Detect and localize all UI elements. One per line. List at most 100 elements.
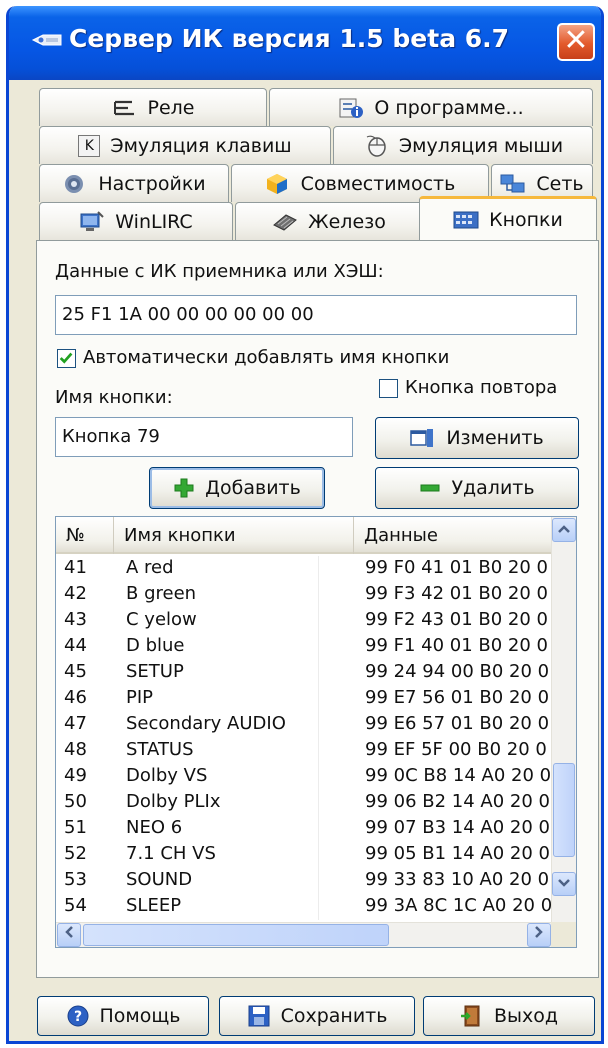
row-data: 99 E6 57 01 B0 20 0 [365,713,550,734]
plus-icon [174,478,194,498]
row-number: 46 [64,687,87,708]
network-icon [500,174,525,192]
row-number: 48 [64,739,87,760]
row-name: NEO 6 [126,817,183,838]
tab-hardware[interactable]: Железо [235,202,423,240]
row-number: 53 [64,869,87,890]
chevron-up-icon [558,525,570,533]
help-button[interactable]: ? Помощь [37,996,209,1036]
ir-data-input[interactable]: 25 F1 1A 00 00 00 00 00 00 [55,295,577,335]
row-data: 99 F3 42 01 B0 20 0 [365,583,549,604]
button-name-input[interactable]: Кнопка 79 [55,417,353,457]
auto-name-checkbox[interactable] [57,349,76,368]
column-header-name[interactable]: Имя кнопки [114,517,354,554]
add-button[interactable]: Добавить [149,467,325,509]
chevron-left-icon [65,926,73,938]
exit-button[interactable]: Выход [423,996,595,1036]
close-button[interactable]: ✕ [557,23,595,61]
table-row[interactable]: 51 NEO 6 99 07 B3 14 A0 20 0 [56,816,553,842]
column-separator [318,556,319,582]
row-data: 99 07 B3 14 A0 20 0 [365,817,550,838]
tab-mouse-emulation[interactable]: Эмуляция мыши [333,126,593,164]
row-name: C yelow [126,609,197,630]
change-button[interactable]: Изменить [375,417,579,459]
column-header-data[interactable]: Данные [354,517,553,554]
horizontal-scrollbar[interactable] [56,922,553,947]
row-name: Dolby VS [126,765,208,786]
table-row[interactable]: 45 SETUP 99 24 94 00 B0 20 0 [56,660,553,686]
row-data: 99 E7 56 01 B0 20 0 [365,687,550,708]
vertical-scroll-thumb[interactable] [553,763,575,857]
tab-settings[interactable]: Настройки [39,164,229,202]
column-separator [318,868,319,894]
table-row[interactable]: 46 PIP 99 E7 56 01 B0 20 0 [56,686,553,712]
column-separator [318,634,319,660]
table-row[interactable]: 43 C yelow 99 F2 43 01 B0 20 0 [56,608,553,634]
exit-door-icon [460,1005,480,1027]
row-data: 99 33 83 10 A0 20 0 [365,869,550,890]
title-bar[interactable]: Сервер ИК версия 1.5 beta 6.7 ✕ [9,6,601,80]
buttons-list[interactable]: № Имя кнопки Данные 41 A red 99 F0 41 01 B… [55,516,577,948]
chevron-right-icon [535,926,543,938]
table-row[interactable]: 53 SOUND 99 33 83 10 A0 20 0 [56,868,553,894]
tab-about[interactable]: О программе... [269,88,593,126]
column-header-number[interactable]: № [56,517,114,554]
save-button[interactable]: Сохранить [219,996,415,1036]
scroll-left-button[interactable] [57,923,81,947]
delete-button[interactable]: Удалить [375,467,579,509]
row-name: SETUP [126,661,184,682]
column-separator [318,842,319,868]
row-name: B green [126,583,197,604]
tab-rele[interactable]: Реле [39,88,267,126]
column-separator [318,894,319,920]
row-data: 99 F2 43 01 B0 20 0 [365,609,549,630]
info-icon [339,98,364,118]
table-row[interactable]: 50 Dolby PLIx 99 06 B2 14 A0 20 0 [56,790,553,816]
horizontal-scroll-thumb[interactable] [83,924,389,946]
column-separator [318,712,319,738]
table-row[interactable]: 42 B green 99 F3 42 01 B0 20 0 [56,582,553,608]
help-icon: ? [67,1005,89,1027]
row-number: 49 [64,765,87,786]
row-number: 54 [64,895,87,916]
table-row[interactable]: 41 A red 99 F0 41 01 B0 20 0 [56,556,553,582]
row-name: STATUS [126,739,194,760]
table-row[interactable]: 48 STATUS 99 EF 5F 00 B0 20 0 [56,738,553,764]
row-data: 99 0C B8 14 A0 20 0 [365,765,552,786]
button-name-label: Имя кнопки: [55,387,173,408]
row-data: 99 EF 5F 00 B0 20 0 [365,739,547,760]
auto-name-label: Автоматически добавлять имя кнопки [83,347,450,368]
row-number: 43 [64,609,87,630]
column-separator [318,738,319,764]
list-header: № Имя кнопки Данные [56,517,553,554]
row-number: 50 [64,791,87,812]
row-name: D blue [126,635,185,656]
tab-key-emulation[interactable]: K Эмуляция клавиш [39,126,331,164]
row-name: SLEEP [126,895,182,916]
table-row[interactable]: 44 D blue 99 F1 40 01 B0 20 0 [56,634,553,660]
app-window: Сервер ИК версия 1.5 beta 6.7 ✕ Реле О п… [6,6,604,1044]
vertical-scrollbar[interactable] [551,517,576,924]
row-name: 7.1 CH VS [126,843,216,864]
table-row[interactable]: 49 Dolby VS 99 0C B8 14 A0 20 0 [56,764,553,790]
row-name: PIP [126,687,154,708]
window-title: Сервер ИК версия 1.5 beta 6.7 [69,24,510,53]
monitor-icon [80,210,105,231]
tab-winlirc[interactable]: WinLIRC [39,202,233,240]
keypad-icon [453,211,479,228]
edit-window-icon [410,429,434,447]
scroll-up-button[interactable] [552,518,576,542]
row-data: 99 05 B1 14 A0 20 0 [365,843,550,864]
tab-buttons[interactable]: Кнопки [419,196,597,240]
row-number: 41 [64,557,87,578]
scroll-down-button[interactable] [552,872,576,896]
scroll-right-button[interactable] [527,923,551,947]
remote-control-icon [31,34,62,46]
svg-text:?: ? [73,1009,81,1025]
row-name: Dolby PLIx [126,791,221,812]
repeat-checkbox[interactable] [379,379,398,398]
row-data: 99 F1 40 01 B0 20 0 [365,635,549,656]
table-row[interactable]: 52 7.1 CH VS 99 05 B1 14 A0 20 0 [56,842,553,868]
table-row[interactable]: 47 Secondary AUDIO 99 E6 57 01 B0 20 0 [56,712,553,738]
table-row[interactable]: 54 SLEEP 99 3A 8C 1C A0 20 0 [56,894,553,920]
